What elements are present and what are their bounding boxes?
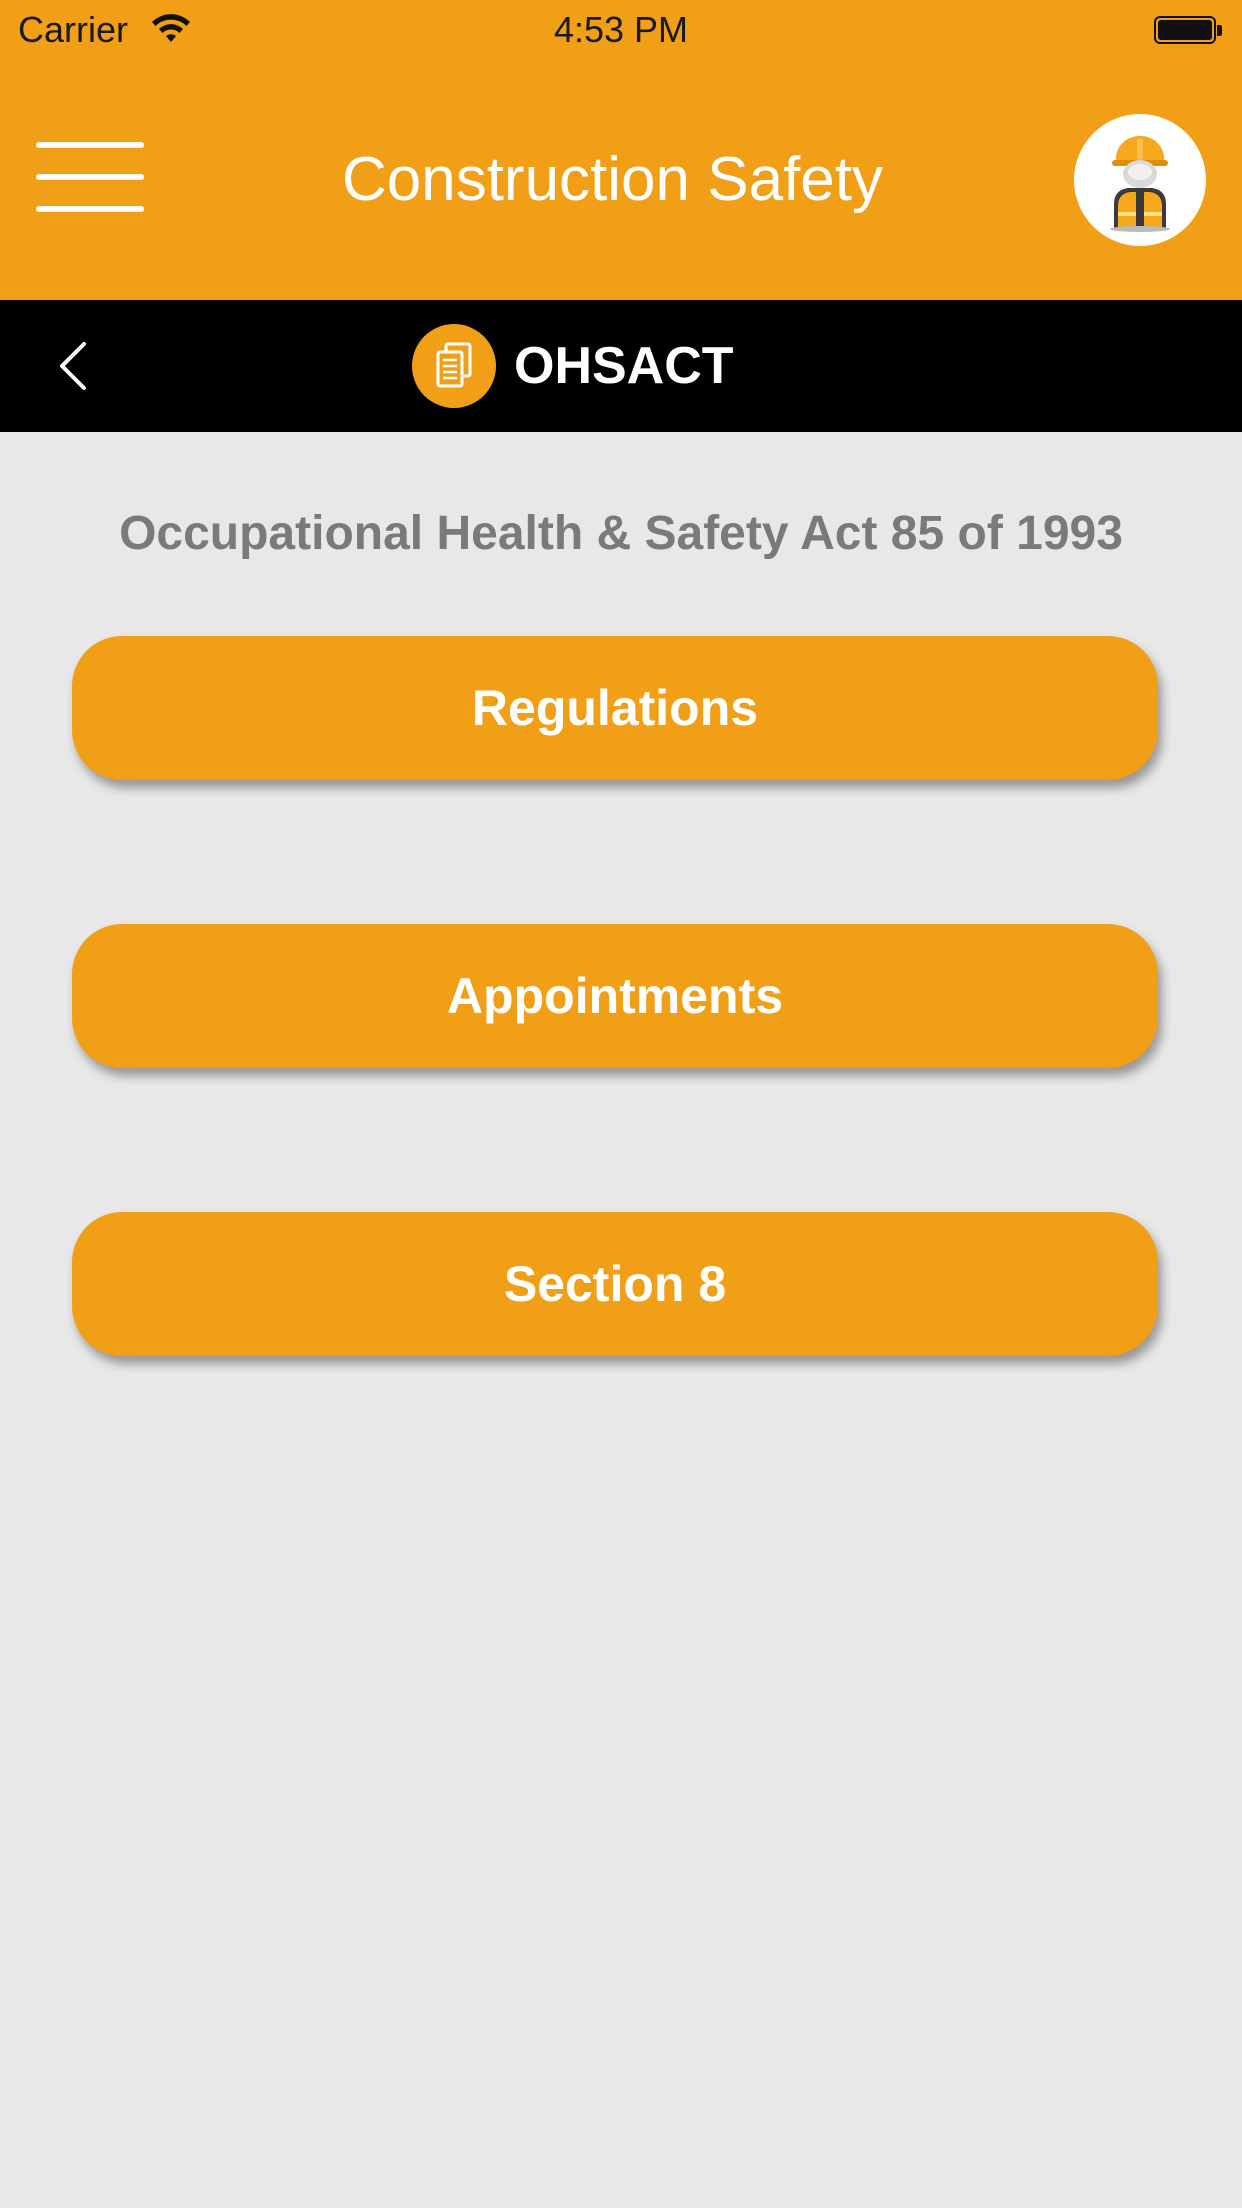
status-bar: Carrier 4:53 PM bbox=[0, 0, 1242, 60]
section-8-button[interactable]: Section 8 bbox=[72, 1212, 1158, 1356]
chevron-left-icon[interactable] bbox=[48, 338, 104, 394]
profile-avatar-button[interactable] bbox=[1074, 114, 1206, 246]
app-title: Construction Safety bbox=[341, 145, 884, 214]
battery-icon bbox=[1154, 16, 1224, 46]
status-time: 4:53 PM bbox=[553, 9, 689, 50]
hamburger-menu-icon[interactable] bbox=[36, 142, 144, 214]
section-title: OHSACT bbox=[514, 337, 734, 395]
documents-icon bbox=[412, 324, 496, 408]
app-header: Carrier 4:53 PM Construction Safety bbox=[0, 0, 1242, 300]
section-heading: OHSACT bbox=[412, 324, 734, 408]
act-title: Occupational Health & Safety Act 85 of 1… bbox=[119, 507, 1123, 560]
regulations-button[interactable]: Regulations bbox=[72, 636, 1158, 780]
section-navbar: OHSACT bbox=[0, 300, 1242, 432]
construction-worker-icon bbox=[1110, 136, 1170, 232]
screen: Carrier 4:53 PM Construction Safety OHSA… bbox=[0, 0, 1242, 2208]
appointments-button[interactable]: Appointments bbox=[72, 924, 1158, 1068]
